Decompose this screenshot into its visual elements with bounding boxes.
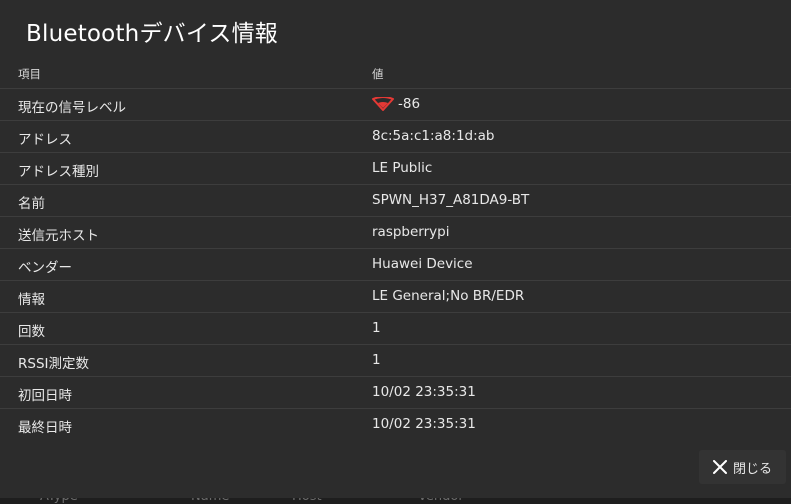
- row-value: 1: [372, 352, 381, 368]
- table-row: アドレス 8c:5a:c1:a8:1d:ab: [0, 121, 791, 153]
- row-label: ベンダー: [18, 260, 72, 276]
- signal-level-value: -86: [398, 96, 421, 112]
- row-value: Huawei Device: [372, 256, 473, 272]
- row-label: RSSI測定数: [18, 356, 90, 372]
- header-item: 項目: [18, 67, 41, 81]
- table-row: 最終日時 10/02 23:35:31: [0, 409, 791, 441]
- row-value: LE General;No BR/EDR: [372, 288, 525, 304]
- table-row: 名前 SPWN_H37_A81DA9-BT: [0, 185, 791, 217]
- close-button[interactable]: 閉じる: [699, 450, 786, 484]
- table-row: RSSI測定数 1: [0, 345, 791, 377]
- table-row: 情報 LE General;No BR/EDR: [0, 281, 791, 313]
- close-button-label: 閉じる: [732, 461, 772, 477]
- table-row: アドレス種別 LE Public: [0, 153, 791, 185]
- table-row: 送信元ホスト raspberrypi: [0, 217, 791, 249]
- row-value: 10/02 23:35:31: [372, 384, 476, 400]
- row-value: 10/02 23:35:31: [372, 416, 476, 432]
- table-row: 初回日時 10/02 23:35:31: [0, 377, 791, 409]
- header-value: 値: [372, 67, 384, 81]
- row-value: 1: [372, 320, 381, 336]
- table-row: 現在の信号レベル -86: [0, 89, 791, 121]
- row-label: 初回日時: [18, 388, 72, 404]
- row-label: 送信元ホスト: [18, 228, 99, 244]
- row-label: アドレス種別: [18, 164, 99, 180]
- row-label: 回数: [18, 324, 45, 340]
- row-value: raspberrypi: [372, 224, 450, 240]
- row-label: 名前: [18, 196, 45, 212]
- table-row: 回数 1: [0, 313, 791, 345]
- close-icon: [712, 460, 727, 474]
- dialog-title: Bluetoothデバイス情報: [26, 21, 278, 47]
- row-value: SPWN_H37_A81DA9-BT: [372, 192, 530, 208]
- row-label: アドレス: [18, 132, 72, 148]
- row-label: 現在の信号レベル: [18, 100, 126, 116]
- table-header: 項目 値: [0, 56, 791, 89]
- table-row: ベンダー Huawei Device: [0, 249, 791, 281]
- row-value: 8c:5a:c1:a8:1d:ab: [372, 128, 495, 144]
- device-info-table: 項目 値 現在の信号レベル -86 アドレス 8c:5a:c1:a8:1d:ab…: [0, 56, 791, 441]
- row-label: 情報: [18, 292, 45, 308]
- wifi-signal-icon: [372, 97, 394, 111]
- row-value: LE Public: [372, 160, 433, 176]
- row-label: 最終日時: [18, 420, 72, 436]
- bluetooth-device-info-dialog: Bluetoothデバイス情報 項目 値 現在の信号レベル -86 アドレス 8…: [0, 0, 791, 498]
- row-value: -86: [372, 96, 420, 112]
